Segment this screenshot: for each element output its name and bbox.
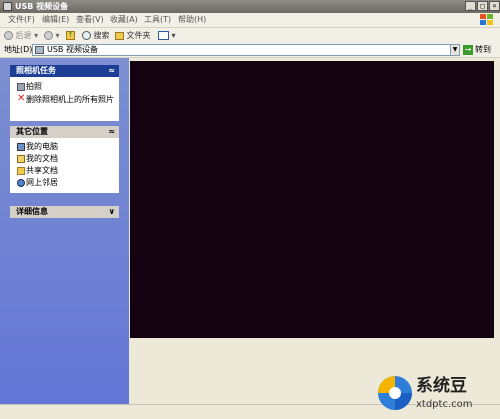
address-value: USB 视频设备: [47, 45, 98, 54]
place-my-computer-label: 我的电脑: [26, 142, 58, 151]
folders-label: 文件夹: [126, 31, 151, 40]
forward-arrow-icon: [44, 31, 53, 40]
back-label: 后退: [15, 31, 32, 40]
menu-view[interactable]: 查看(V): [76, 15, 104, 25]
task-take-picture[interactable]: 拍照: [10, 82, 119, 92]
place-network-label: 网上邻居: [26, 178, 58, 187]
address-label: 地址(D): [4, 45, 33, 54]
watermark-url: xtdptc.com: [416, 399, 473, 410]
camera-tasks-header[interactable]: 照相机任务 ≈: [10, 65, 119, 77]
go-label: 转到: [475, 45, 491, 54]
network-places-icon: [17, 179, 25, 187]
menu-help[interactable]: 帮助(H): [178, 15, 206, 25]
explorer-window: USB 视频设备 _ □ × 文件(F) 编辑(E) 查看(V) 收藏(A) 工…: [0, 0, 500, 419]
watermark: 系统豆 xtdptc.com: [372, 372, 500, 418]
up-folder-icon: ↑: [66, 31, 75, 40]
window-icon: [3, 2, 12, 11]
task-take-picture-label: 拍照: [26, 82, 42, 91]
up-folder-button[interactable]: ↑: [66, 30, 75, 41]
place-my-documents[interactable]: 我的文档: [10, 154, 119, 164]
forward-dropdown-icon: ▾: [55, 31, 60, 40]
my-computer-icon: [17, 143, 25, 151]
address-input[interactable]: USB 视频设备: [32, 44, 460, 56]
folder-icon: [115, 31, 124, 40]
place-network[interactable]: 网上邻居: [10, 178, 119, 188]
minimize-button[interactable]: _: [465, 1, 476, 11]
title-bar: USB 视频设备 _ □ ×: [0, 0, 500, 13]
camera-tasks-panel: 照相机任务 ≈ 拍照 ✕ 删除照相机上的所有照片: [10, 65, 119, 121]
search-icon: [82, 31, 91, 40]
other-places-panel: 其它位置 ≈ 我的电脑 我的文档 共享文档 网上邻居: [10, 126, 119, 193]
watermark-logo-icon: [378, 376, 412, 410]
camera-preview: [130, 61, 494, 338]
details-title: 详细信息: [16, 207, 48, 216]
windows-logo-icon: [480, 14, 494, 26]
close-button[interactable]: ×: [489, 1, 500, 11]
address-dropdown-button[interactable]: ▼: [450, 44, 460, 56]
menu-file[interactable]: 文件(F): [8, 15, 35, 25]
details-header[interactable]: 详细信息 ∨: [10, 206, 119, 218]
menu-bar: 文件(F) 编辑(E) 查看(V) 收藏(A) 工具(T) 帮助(H): [0, 13, 500, 28]
menu-favorites[interactable]: 收藏(A): [110, 15, 138, 25]
back-arrow-icon: [4, 31, 13, 40]
back-button[interactable]: 后退 ▾: [4, 30, 38, 41]
toolbar: 后退 ▾ ▾ ↑ 搜索 文件夹 ▾: [0, 28, 500, 44]
task-delete-all-label: 删除照相机上的所有照片: [26, 95, 114, 104]
shared-documents-icon: [17, 167, 25, 175]
views-button[interactable]: ▾: [158, 30, 176, 41]
views-dropdown-icon: ▾: [171, 31, 176, 40]
place-my-computer[interactable]: 我的电脑: [10, 142, 119, 152]
collapse-chevron-icon: ≈: [108, 66, 115, 75]
menu-tools[interactable]: 工具(T): [144, 15, 171, 25]
forward-button[interactable]: ▾: [44, 30, 60, 41]
go-button[interactable]: → 转到: [463, 44, 491, 56]
search-label: 搜索: [93, 31, 110, 40]
other-places-body: 我的电脑 我的文档 共享文档 网上邻居: [10, 138, 119, 193]
place-shared-documents-label: 共享文档: [26, 166, 58, 175]
other-places-header[interactable]: 其它位置 ≈: [10, 126, 119, 138]
my-documents-icon: [17, 155, 25, 163]
back-dropdown-icon: ▾: [34, 31, 39, 40]
camera-icon: [17, 83, 25, 91]
maximize-button[interactable]: □: [477, 1, 488, 11]
expand-chevron-icon: ∨: [108, 207, 116, 216]
other-places-title: 其它位置: [16, 127, 48, 136]
go-arrow-icon: →: [463, 44, 473, 55]
watermark-name: 系统豆: [416, 376, 467, 396]
views-icon: [158, 31, 169, 40]
details-panel: 详细信息 ∨: [10, 206, 119, 218]
task-delete-all[interactable]: ✕ 删除照相机上的所有照片: [10, 93, 119, 115]
place-my-documents-label: 我的文档: [26, 154, 58, 163]
place-shared-documents[interactable]: 共享文档: [10, 166, 119, 176]
search-button[interactable]: 搜索: [82, 30, 110, 41]
camera-tasks-title: 照相机任务: [16, 66, 56, 75]
task-pane: 照相机任务 ≈ 拍照 ✕ 删除照相机上的所有照片 其它位置 ≈ 我的电脑 我的文…: [0, 58, 129, 418]
collapse-chevron-icon: ≈: [108, 127, 115, 136]
window-title: USB 视频设备: [15, 2, 69, 11]
folders-button[interactable]: 文件夹: [115, 30, 151, 41]
camera-tasks-body: 拍照 ✕ 删除照相机上的所有照片: [10, 77, 119, 121]
address-bar: 地址(D) USB 视频设备 ▼ → 转到: [0, 43, 500, 58]
camera-device-icon: [35, 46, 44, 54]
menu-edit[interactable]: 编辑(E): [42, 15, 69, 25]
delete-x-icon: ✕: [17, 93, 26, 104]
